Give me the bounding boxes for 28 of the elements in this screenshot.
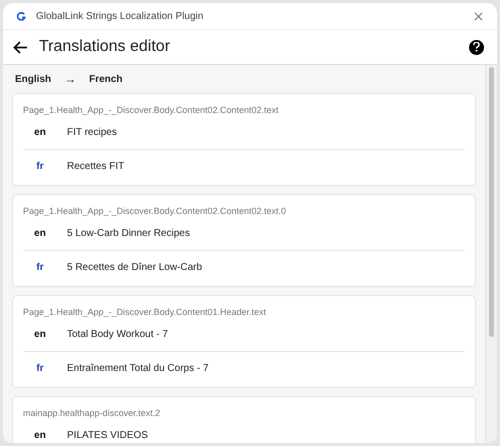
source-text: 5 Low-Carb Dinner Recipes (67, 228, 190, 240)
language-code: en (33, 127, 47, 139)
language-code: en (33, 228, 47, 240)
app-logo-icon (17, 12, 26, 20)
string-key: Page_1.Health_App_-_Discover.Body.Content02.Content02.text.0 (23, 205, 465, 217)
back-arrow-icon[interactable] (13, 40, 28, 54)
string-key: Page_1.Health_App_-_Discover.Body.Content02.Content02.text (23, 104, 465, 116)
language-code: en (33, 430, 47, 442)
page-title: Translations editor (39, 37, 170, 57)
close-icon[interactable] (474, 12, 483, 20)
source-text: FIT recipes (67, 127, 117, 139)
language-code: fr (35, 262, 45, 274)
scrollbar-thumb[interactable] (489, 67, 494, 337)
source-language: English (15, 72, 52, 86)
language-code: en (33, 329, 47, 341)
translation-text[interactable]: Recettes FIT (67, 161, 124, 173)
translation-text[interactable]: Entraînement Total du Corps - 7 (67, 363, 209, 375)
help-icon[interactable] (469, 40, 484, 54)
language-code: fr (35, 363, 45, 375)
source-text: PILATES VIDEOS (67, 430, 148, 442)
target-language: French (89, 72, 122, 86)
window-title: GlobalLink Strings Localization Plugin (36, 10, 204, 24)
string-key: mainapp.healthapp-discover.text.2 (23, 407, 465, 419)
language-code: fr (35, 161, 45, 173)
translation-text[interactable]: 5 Recettes de Dîner Low-Carb (67, 262, 202, 274)
source-text: Total Body Workout - 7 (67, 329, 168, 341)
arrow-icon: → (64, 70, 76, 88)
string-key: Page_1.Health_App_-_Discover.Body.Content01.Header.text (23, 306, 465, 318)
